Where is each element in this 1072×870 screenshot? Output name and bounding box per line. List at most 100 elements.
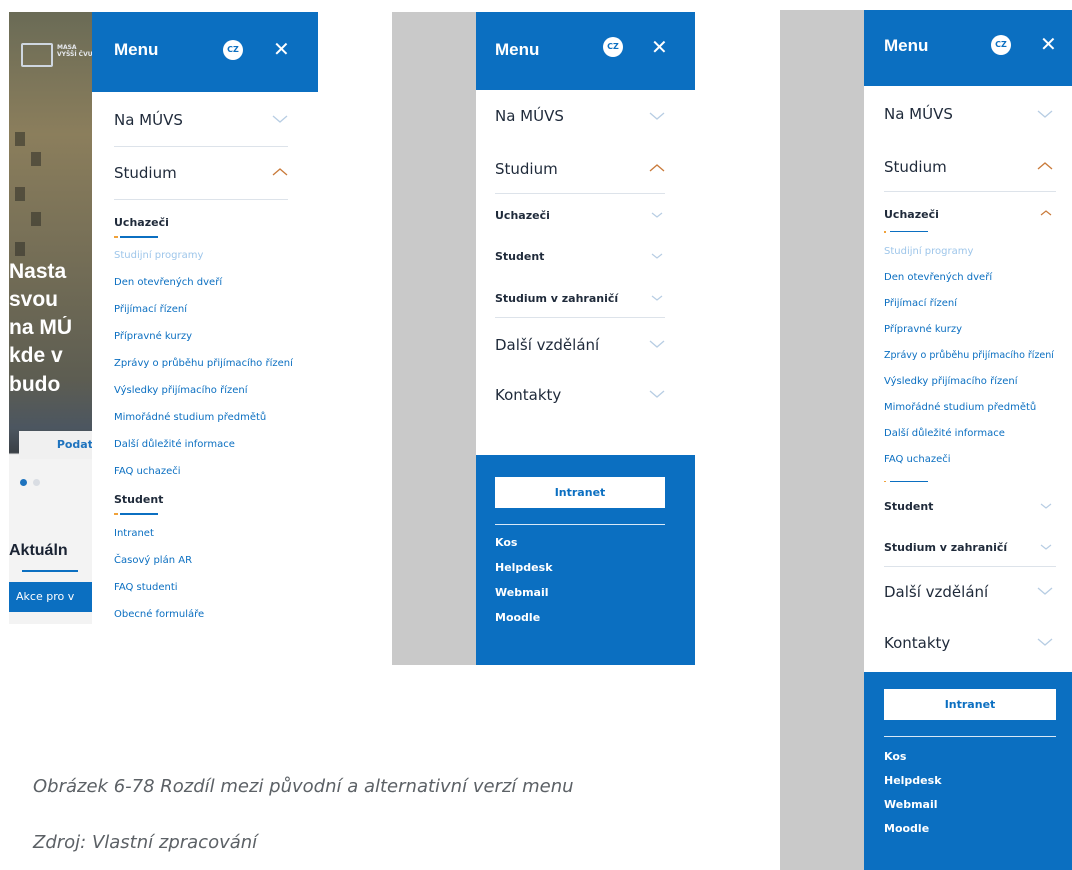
menu-link[interactable]: Mimořádné studium předmětů [114,412,266,423]
chevron-down-icon[interactable] [1037,109,1053,119]
figure-source: Zdroj: Vlastní zpracování [33,832,258,853]
intranet-button[interactable]: Intranet [884,689,1056,720]
menu-link[interactable]: Přípravné kurzy [114,331,192,342]
footer-link-helpdesk[interactable]: Helpdesk [495,561,553,574]
chevron-down-icon[interactable] [1037,637,1053,647]
divider [114,146,288,147]
intranet-button[interactable]: Intranet [495,477,665,508]
menu-link[interactable]: Přijímací řízení [114,304,187,315]
menu-link[interactable]: Den otevřených dveří [884,272,992,283]
menu-item-kontakty[interactable]: Kontakty [495,386,561,404]
menu-item-dalsi-vzdelani[interactable]: Další vzdělání [884,583,988,601]
language-switch-button[interactable]: CZ [991,35,1011,55]
divider [495,193,665,194]
menu-link[interactable]: Studijní programy [884,246,973,257]
menu-link[interactable]: Přijímací řízení [884,298,957,309]
language-switch-button[interactable]: CZ [603,37,623,57]
figure-caption: Obrázek 6-78 Rozdíl mezi původní a alter… [33,776,574,797]
menu-link[interactable]: FAQ uchazeči [114,466,181,477]
footer-divider [495,524,665,525]
chevron-down-icon[interactable] [272,114,288,124]
hero-headline-line: svou [9,288,59,311]
menu-title: Menu [495,40,540,59]
close-menu-button[interactable]: ✕ [651,37,668,57]
menu-link[interactable]: Obecné formuláře [114,609,204,620]
submenu-item-student[interactable]: Student [495,250,544,263]
menu-item-studium[interactable]: Studium [495,160,558,178]
submenu-item-uchazeci[interactable]: Uchazeči [495,209,550,222]
divider [495,317,665,318]
menu-link[interactable]: Intranet [114,528,154,539]
hero-headline-line: na MÚ [9,316,72,339]
submenu-item-student[interactable]: Student [884,500,933,513]
submenu-item-uchazeci[interactable]: Uchazeči [884,208,939,221]
carousel-dot-active[interactable] [20,479,27,486]
chevron-up-icon[interactable] [649,163,665,173]
menu-link[interactable]: Studijní programy [114,250,203,261]
menu-item-na-muvs[interactable]: Na MÚVS [495,107,564,125]
group-heading-uchazeci: Uchazeči [114,216,169,229]
chevron-up-icon[interactable] [1037,161,1053,171]
carousel-dot[interactable] [33,479,40,486]
close-menu-button[interactable]: ✕ [1040,34,1057,54]
footer-link-webmail[interactable]: Webmail [495,586,549,599]
hero-cta-button[interactable]: Podat [19,431,99,459]
logo-text: MASA VYŠŠÍ ČVUT [57,44,97,58]
heading-accent [884,481,886,482]
menu-item-kontakty[interactable]: Kontakty [884,634,950,652]
hero-headline-line: budo [9,373,61,396]
menu-item-dalsi-vzdelani[interactable]: Další vzdělání [495,336,599,354]
chevron-down-icon[interactable] [1040,502,1052,510]
chevron-up-icon[interactable] [1040,209,1052,217]
chevron-down-icon[interactable] [651,252,663,260]
menu-link[interactable]: Další důležité informace [114,439,235,450]
menu-link[interactable]: Mimořádné studium předmětů [884,402,1036,413]
menu-title: Menu [884,36,929,55]
footer-link-moodle[interactable]: Moodle [495,611,540,624]
news-filter-button[interactable]: Akce pro v [9,582,99,612]
heading-accent [114,236,118,238]
submenu-item-studium-v-zahranici[interactable]: Studium v zahraničí [495,292,618,305]
heading-underline [120,513,158,515]
chevron-down-icon[interactable] [649,339,665,349]
menu-link[interactable]: Výsledky přijímacího řízení [114,385,248,396]
menu-link[interactable]: Výsledky přijímacího řízení [884,376,1018,387]
footer-link-kos[interactable]: Kos [495,536,517,549]
hero-headline-line: kde v [9,344,63,367]
chevron-down-icon[interactable] [651,211,663,219]
menu-link[interactable]: Další důležité informace [884,428,1005,439]
heading-underline [120,236,158,238]
menu-link[interactable]: Časový plán AR [114,555,192,566]
background-page-placeholder [392,12,476,665]
chevron-down-icon[interactable] [1040,543,1052,551]
chevron-down-icon[interactable] [649,389,665,399]
heading-underline [890,231,928,232]
submenu-item-studium-v-zahranici[interactable]: Studium v zahraničí [884,541,1007,554]
menu-link[interactable]: Zprávy o průběhu přijímacího řízení [884,350,1054,361]
menu-link[interactable]: FAQ uchazeči [884,454,951,465]
menu-item-studium[interactable]: Studium [114,164,177,182]
footer-link-moodle[interactable]: Moodle [884,822,929,835]
close-menu-button[interactable]: ✕ [273,39,290,59]
menu-item-studium[interactable]: Studium [884,158,947,176]
chevron-up-icon[interactable] [272,167,288,177]
divider [114,199,288,200]
menu-link[interactable]: FAQ studenti [114,582,178,593]
chevron-down-icon[interactable] [649,111,665,121]
chevron-down-icon[interactable] [651,294,663,302]
divider [884,191,1056,192]
chevron-down-icon[interactable] [1037,586,1053,596]
section-underline [890,481,928,482]
heading-underline [22,570,78,572]
menu-item-na-muvs[interactable]: Na MÚVS [884,105,953,123]
menu-link[interactable]: Den otevřených dveří [114,277,222,288]
footer-link-kos[interactable]: Kos [884,750,906,763]
news-section-heading: Aktuáln [9,542,68,559]
footer-link-helpdesk[interactable]: Helpdesk [884,774,942,787]
menu-item-na-muvs[interactable]: Na MÚVS [114,111,183,129]
menu-link[interactable]: Přípravné kurzy [884,324,962,335]
group-heading-student: Student [114,493,164,506]
footer-link-webmail[interactable]: Webmail [884,798,938,811]
language-switch-button[interactable]: CZ [223,40,243,60]
menu-link[interactable]: Zprávy o průběhu přijímacího řízení [114,358,293,369]
